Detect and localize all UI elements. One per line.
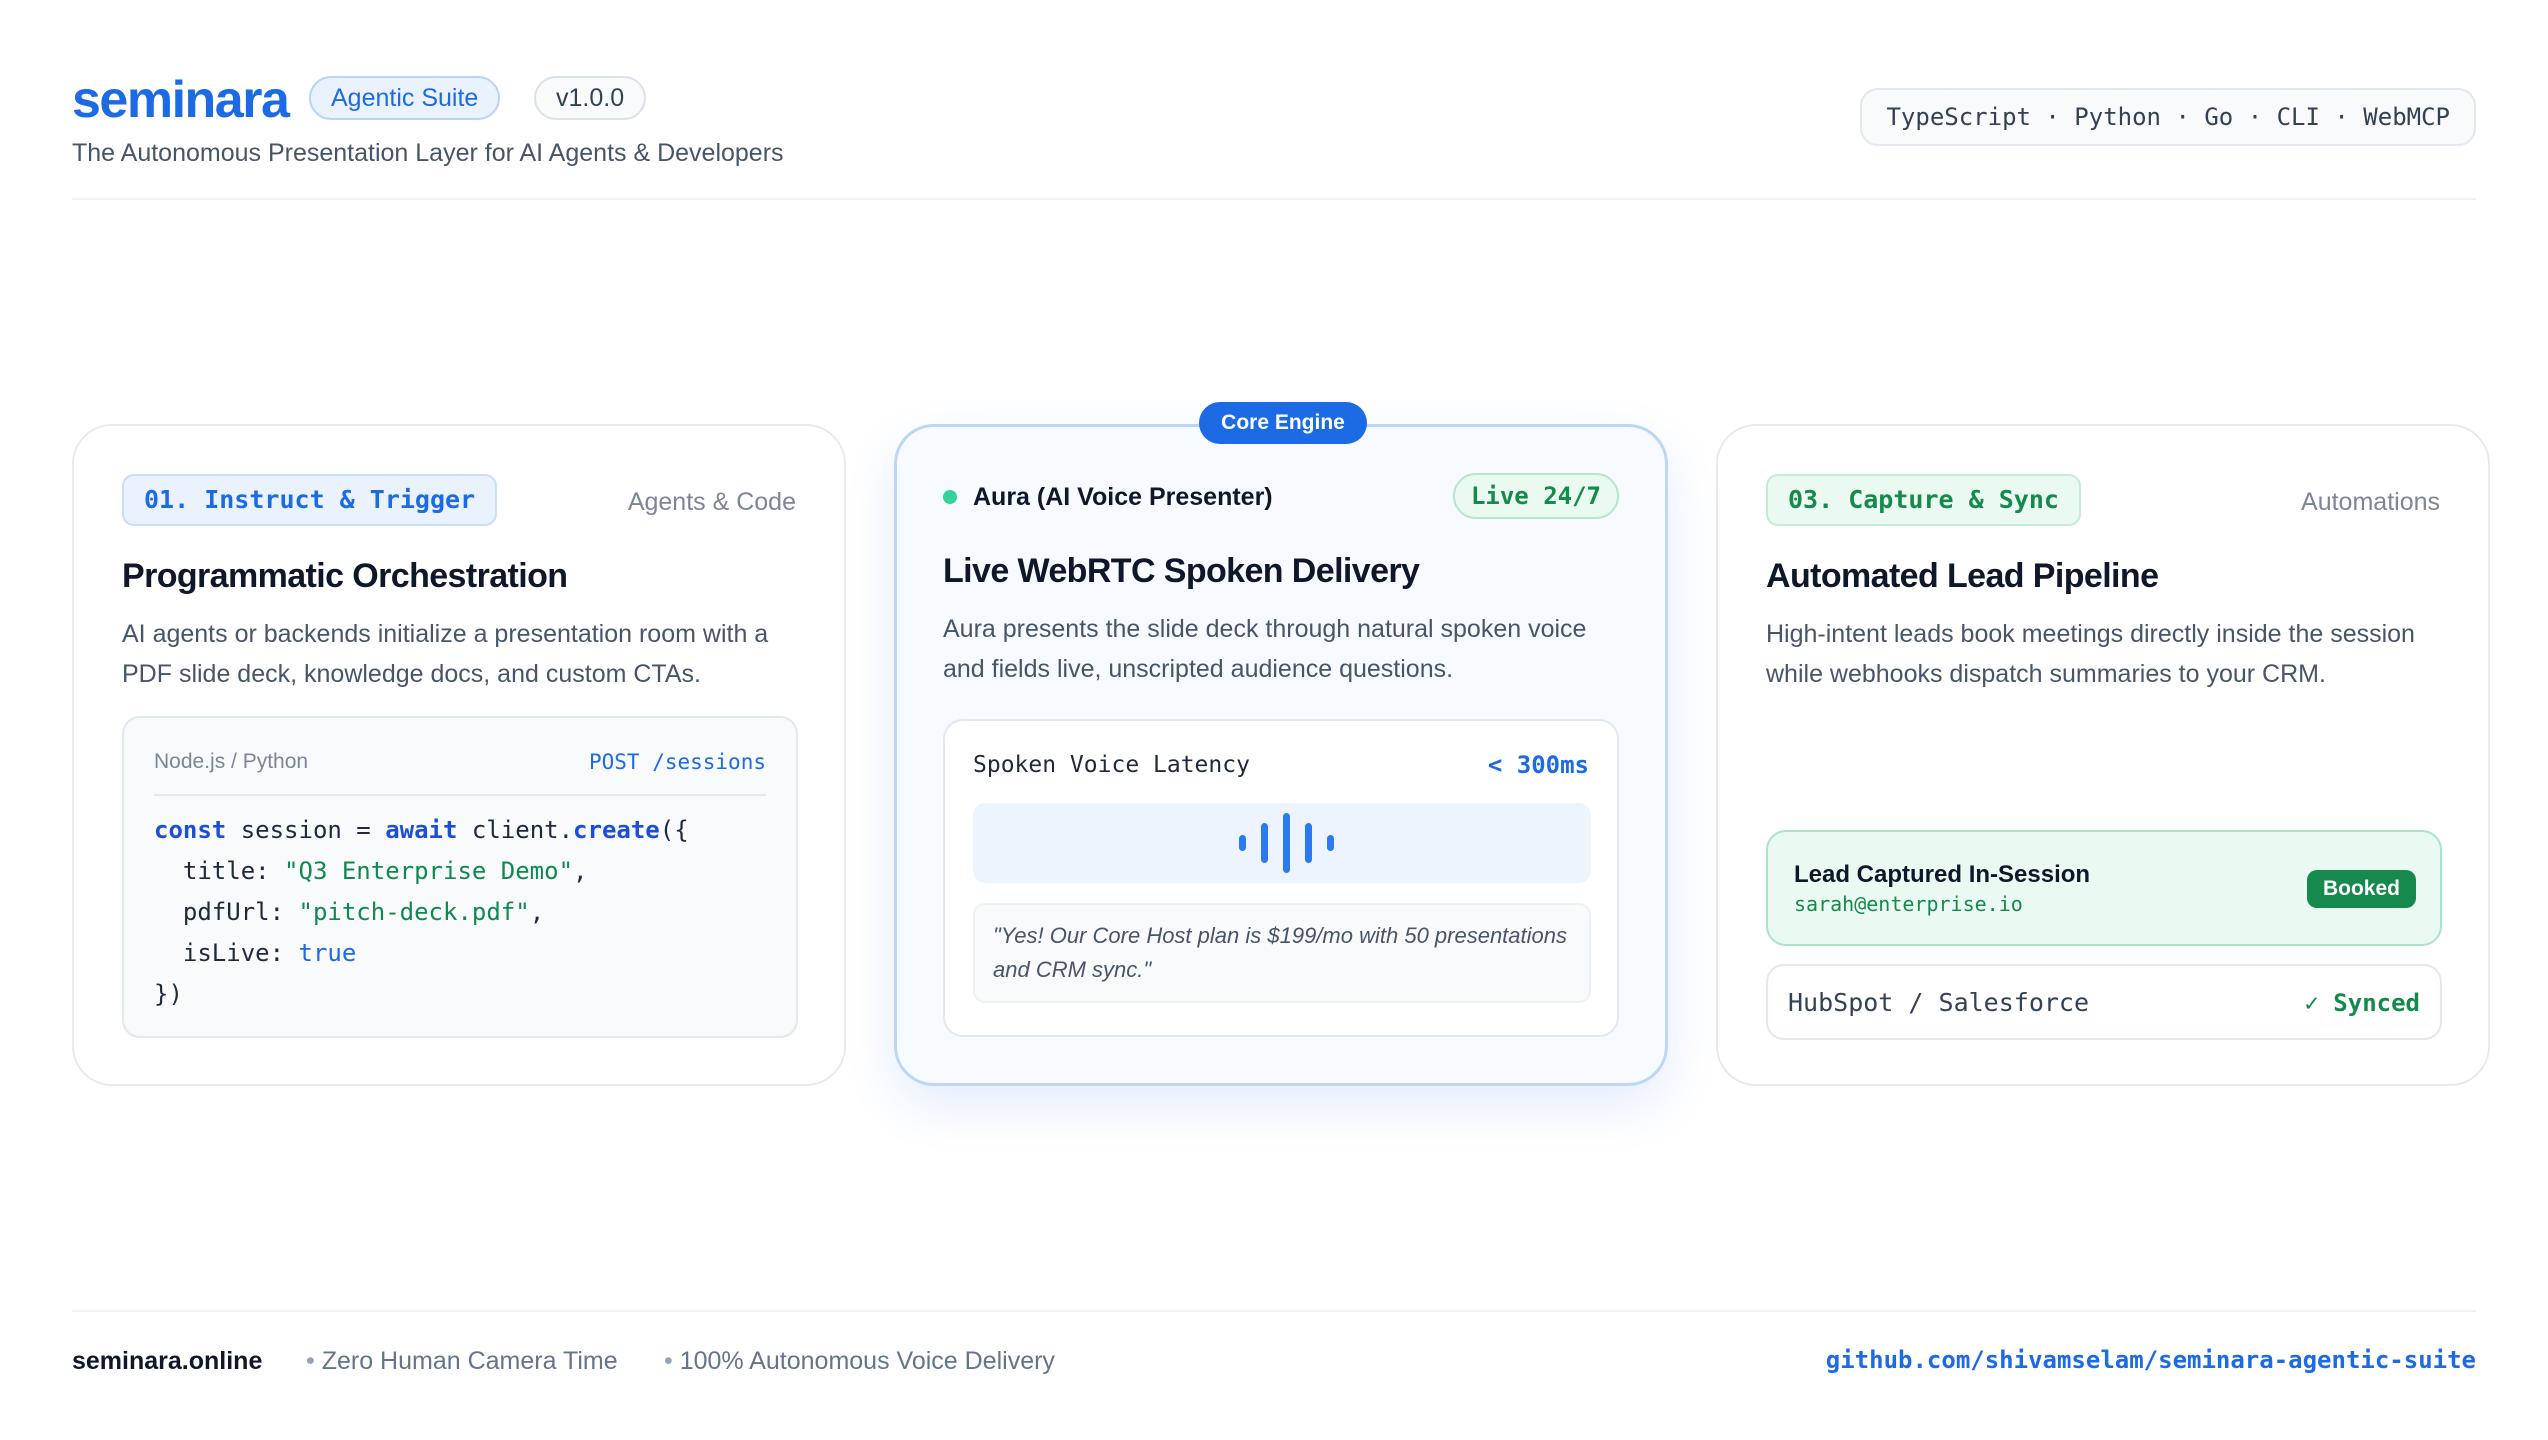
code-key: title: <box>154 857 285 885</box>
code-text: client. <box>457 816 574 844</box>
footer-feature-label: 100% Autonomous Voice Delivery <box>679 1347 1055 1375</box>
code-punct: , <box>573 857 588 885</box>
booked-badge: Booked <box>2306 870 2416 908</box>
category-label: Agents & Code <box>627 488 796 516</box>
code-body: const session = await client.create({ ti… <box>154 810 689 1015</box>
sync-status: ✓ Synced <box>2304 989 2420 1017</box>
latency-panel: Spoken Voice Latency < 300ms "Yes! Our C… <box>943 719 1619 1037</box>
card-description: High-intent leads book meetings directly… <box>1766 620 2415 688</box>
header-divider <box>72 198 2476 200</box>
footer-feature: • 100% Autonomous Voice Delivery <box>664 1345 1055 1377</box>
footer-feature-label: Zero Human Camera Time <box>321 1347 618 1375</box>
footer-feature: • Zero Human Camera Time <box>306 1345 618 1377</box>
site-link[interactable]: seminara.online <box>72 1345 262 1377</box>
crm-sync-row: HubSpot / Salesforce ✓ Synced <box>1766 964 2442 1040</box>
waveform-bar <box>1305 823 1312 863</box>
lead-title: Lead Captured In-Session <box>1794 861 2091 888</box>
waveform-bar <box>1283 813 1290 873</box>
waveform-bar <box>1327 835 1334 851</box>
code-snippet: Node.js / Python POST /sessions const se… <box>122 716 798 1038</box>
card-title: Live WebRTC Spoken Delivery <box>943 552 1420 590</box>
code-boolean: true <box>298 939 357 967</box>
logo[interactable]: seminara <box>72 72 290 128</box>
waveform-bar <box>1239 835 1246 851</box>
endpoint-label: POST /sessions <box>588 750 766 774</box>
code-key: pdfUrl: <box>154 898 299 926</box>
code-key: isLive: <box>154 939 299 967</box>
waveform-bar <box>1261 823 1268 863</box>
presenter-label: Aura (AI Voice Presenter) <box>973 483 1273 511</box>
version-badge: v1.0.0 <box>534 76 647 120</box>
capture-card: 03. Capture & Sync Automations Automated… <box>1716 424 2490 1086</box>
card-description: AI agents or backends initialize a prese… <box>122 620 769 688</box>
code-keyword: await <box>385 816 458 844</box>
latency-value: < 300ms <box>1487 751 1589 779</box>
voice-waveform-icon <box>973 803 1591 883</box>
code-punct: , <box>529 898 545 926</box>
bullet-icon: • <box>306 1347 322 1375</box>
header: seminara Agentic Suite v1.0.0 The Autono… <box>72 72 2476 200</box>
core-engine-badge: Core Engine <box>1199 402 1367 444</box>
code-text: session = <box>226 816 386 844</box>
step-tag: 01. Instruct & Trigger <box>122 474 498 526</box>
card-title: Programmatic Orchestration <box>122 557 568 595</box>
code-header: Node.js / Python POST /sessions <box>154 746 766 796</box>
footer-divider <box>72 1310 2476 1312</box>
live-status-badge: Live 24/7 <box>1452 473 1619 519</box>
card-description: Aura presents the slide deck through nat… <box>943 615 1587 683</box>
github-link[interactable]: github.com/shivamselam/seminara-agentic-… <box>1826 1344 2476 1376</box>
code-language-label: Node.js / Python <box>154 750 309 773</box>
code-string: "pitch-deck.pdf" <box>298 898 530 926</box>
code-text: ({ <box>659 816 689 844</box>
spoken-quote: "Yes! Our Core Host plan is $199/mo with… <box>973 903 1591 1003</box>
languages-badge: TypeScript · Python · Go · CLI · WebMCP <box>1860 88 2476 146</box>
step-tag: 03. Capture & Sync <box>1766 474 2081 526</box>
lead-email: sarah@enterprise.io <box>1794 892 2023 916</box>
crm-label: HubSpot / Salesforce <box>1788 988 2090 1017</box>
code-keyword: const <box>154 816 227 844</box>
page-subtitle: The Autonomous Presentation Layer for AI… <box>72 139 784 167</box>
live-status-dot-icon <box>943 490 957 504</box>
suite-badge: Agentic Suite <box>309 76 501 120</box>
latency-label: Spoken Voice Latency <box>973 752 1250 778</box>
code-string: "Q3 Enterprise Demo" <box>284 857 574 885</box>
category-label: Automations <box>2301 488 2440 516</box>
lead-captured-panel: Lead Captured In-Session sarah@enterpris… <box>1766 830 2442 946</box>
bullet-icon: • <box>664 1347 680 1375</box>
code-function: create <box>573 816 660 844</box>
core-engine-card: Aura (AI Voice Presenter) Live 24/7 Live… <box>894 424 1668 1086</box>
code-text: }) <box>154 980 183 1008</box>
instruct-card: 01. Instruct & Trigger Agents & Code Pro… <box>72 424 846 1086</box>
card-title: Automated Lead Pipeline <box>1766 557 2159 595</box>
